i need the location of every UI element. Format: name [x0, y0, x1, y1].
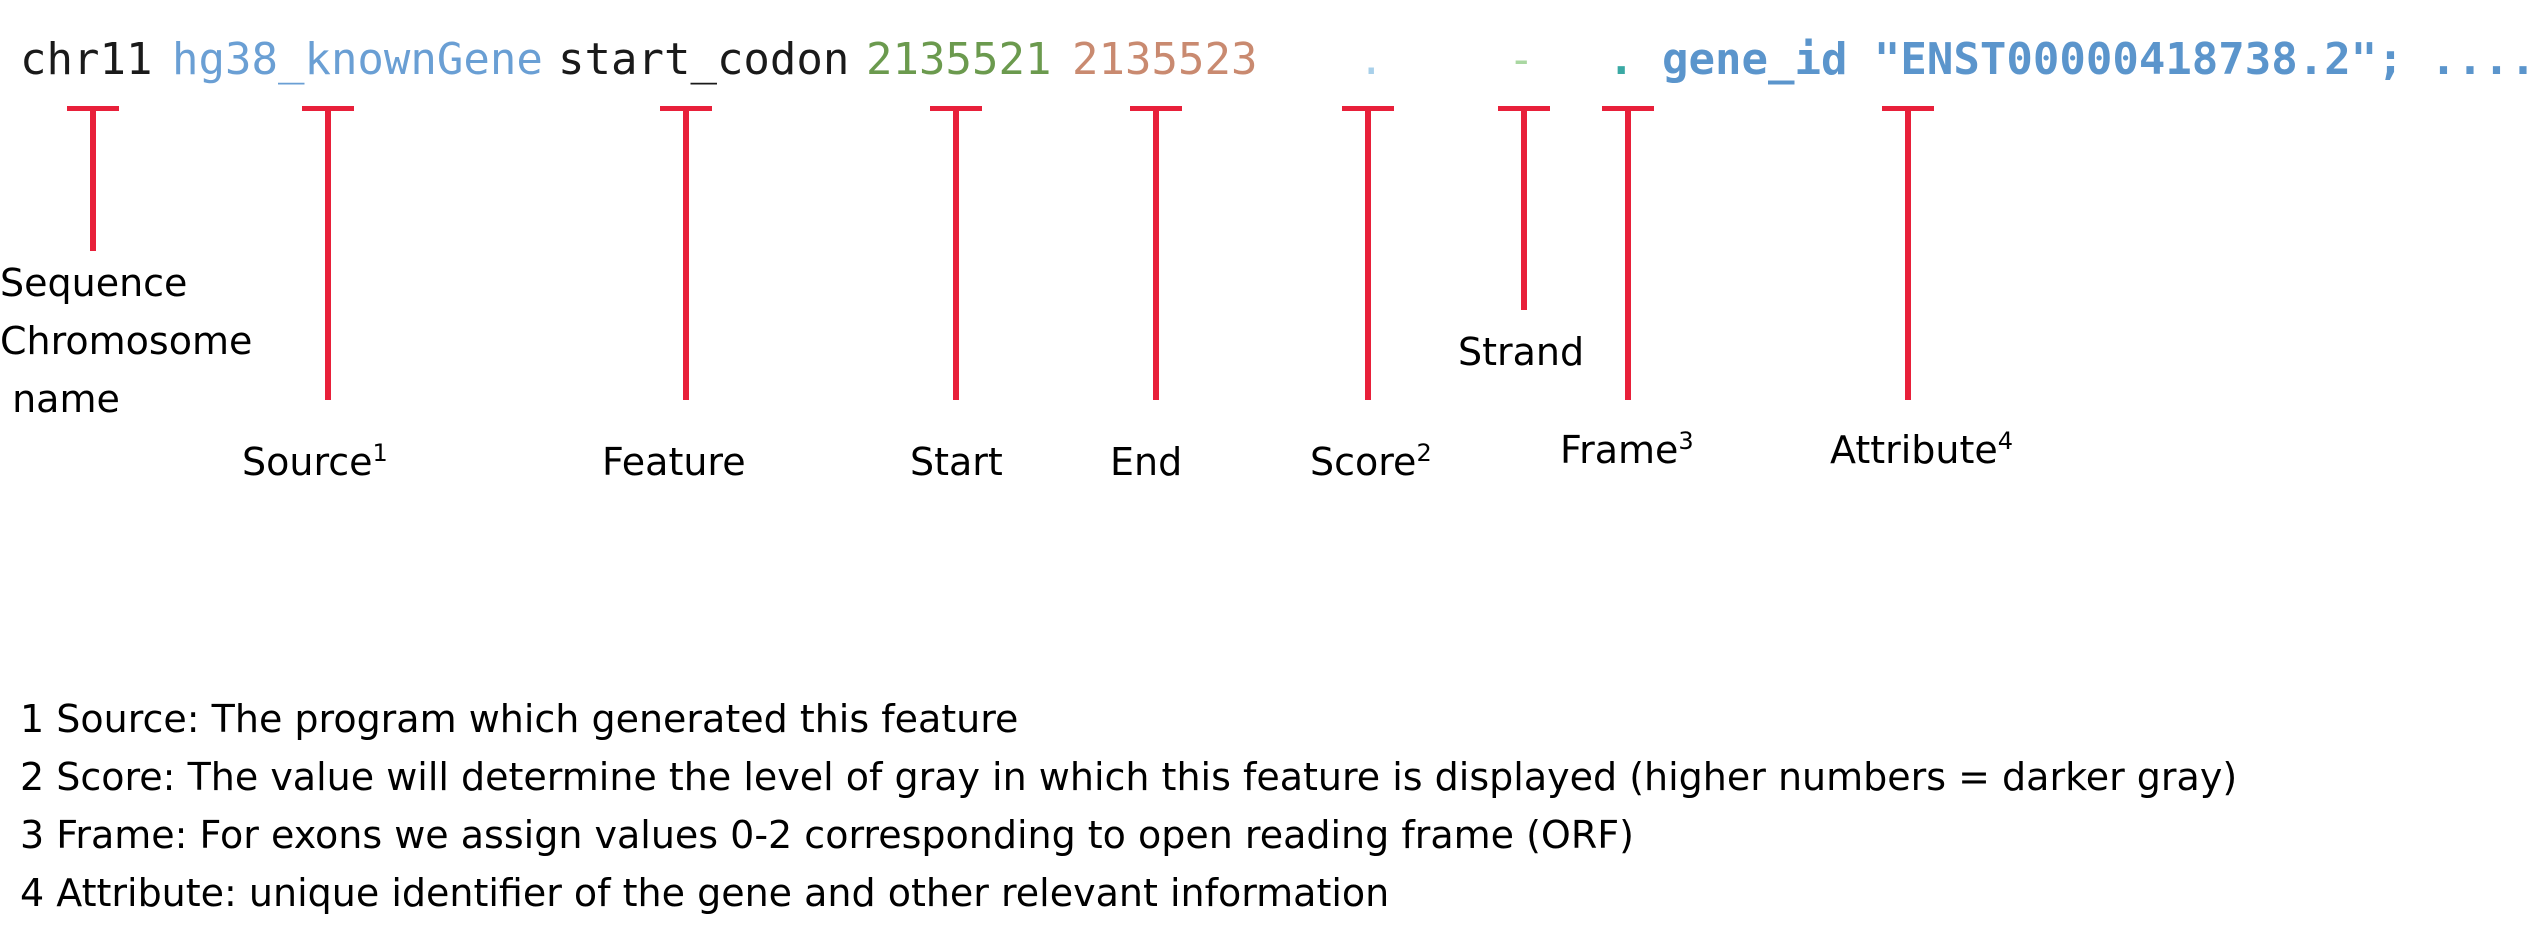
feature-field: start_codon	[558, 34, 850, 85]
frame-label-sup: 3	[1678, 427, 1694, 455]
strand-label: Strand	[1458, 330, 1584, 376]
attribute-label: Attribute4	[1830, 428, 2013, 474]
frame-field: .	[1608, 34, 1635, 85]
start-label-text: Start	[910, 440, 1003, 484]
end-field: 2135523	[1072, 34, 1258, 85]
start-label: Start	[910, 440, 1003, 486]
end-label: End	[1110, 440, 1182, 486]
attribute-field: gene_id "ENST00000418738.2"; ......	[1662, 34, 2533, 85]
source-label-text: Source	[242, 440, 373, 484]
end-label-text: End	[1110, 440, 1183, 484]
feature-label-text: Feature	[602, 440, 746, 484]
frame-label-text: Frame	[1560, 428, 1679, 472]
score-label-text: Score	[1310, 440, 1417, 484]
attribute-label-text: Attribute	[1830, 428, 1998, 472]
score-label-sup: 2	[1416, 439, 1432, 467]
seqname-label: Sequence Chromosome name	[0, 254, 252, 428]
source-field: hg38_knownGene	[172, 34, 543, 85]
footnote-attribute: 4 Attribute: unique identifier of the ge…	[20, 871, 1390, 915]
source-label-sup: 1	[372, 439, 388, 467]
frame-label: Frame3	[1560, 428, 1694, 474]
start-field: 2135521	[866, 34, 1052, 85]
strand-label-text: Strand	[1458, 330, 1585, 374]
seqname-field: chr11	[20, 34, 153, 85]
footnote-score: 2 Score: The value will determine the le…	[20, 755, 2238, 799]
strand-field: -	[1508, 34, 1535, 85]
feature-label: Feature	[602, 440, 746, 486]
score-label: Score2	[1310, 440, 1432, 486]
source-label: Source1	[242, 440, 388, 486]
footnote-source: 1 Source: The program which generated th…	[20, 697, 1019, 741]
footnotes: 1 Source: The program which generated th…	[20, 690, 2237, 922]
footnote-frame: 3 Frame: For exons we assign values 0-2 …	[20, 813, 1634, 857]
seqname-label-line2: Chromosome	[0, 319, 253, 363]
score-field: .	[1358, 34, 1385, 85]
seqname-label-line1: Sequence	[0, 261, 188, 305]
gtf-record-line: chr11 hg38_knownGene start_codon 2135521…	[20, 30, 2533, 90]
seqname-label-line3: name	[0, 377, 120, 421]
attribute-label-sup: 4	[1997, 427, 2014, 455]
